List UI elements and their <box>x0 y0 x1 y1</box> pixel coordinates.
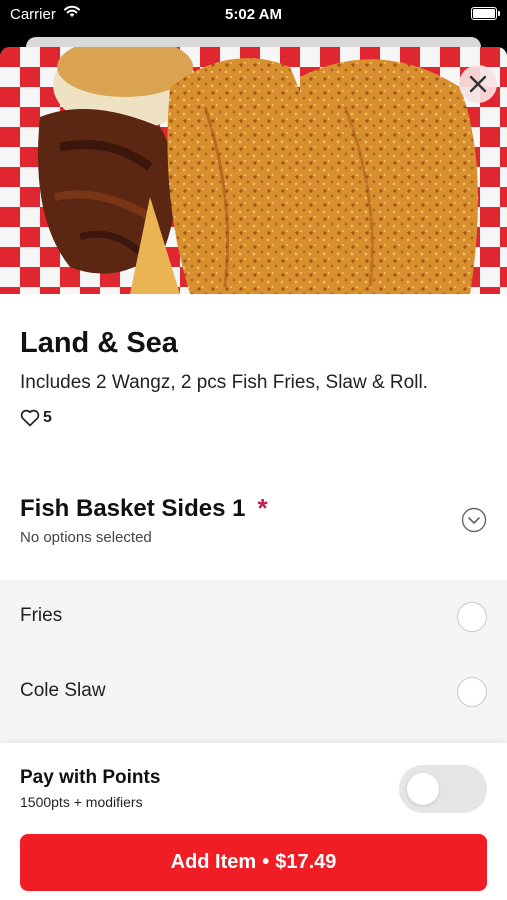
options-list: Fries Cole Slaw <box>0 580 507 743</box>
item-detail-sheet: Land & Sea Includes 2 Wangz, 2 pcs Fish … <box>0 47 507 900</box>
item-photo <box>0 47 507 294</box>
status-time: 5:02 AM <box>225 6 282 23</box>
option-radio-cole-slaw[interactable] <box>457 677 487 707</box>
modifier-group-status: No options selected <box>20 529 152 546</box>
heart-icon <box>20 409 40 427</box>
modifier-group-title: Fish Basket Sides 1 <box>20 494 246 522</box>
add-item-separator: • <box>262 851 270 873</box>
option-row-fries[interactable]: Fries <box>0 580 507 655</box>
option-radio-fries[interactable] <box>457 602 487 632</box>
likes-count: 5 <box>43 409 52 426</box>
add-item-button[interactable]: Add Item • $17.49 <box>20 834 487 891</box>
pay-with-points-subtitle: 1500pts + modifiers <box>20 794 143 810</box>
add-item-label: Add Item <box>170 851 257 873</box>
option-label: Fries <box>20 605 63 626</box>
required-indicator: * <box>257 493 268 523</box>
likes[interactable]: 5 <box>20 409 52 427</box>
chevron-down-circle-icon[interactable] <box>461 507 487 533</box>
option-label: Cole Slaw <box>20 680 106 701</box>
close-button[interactable] <box>459 65 497 103</box>
modifier-group-header[interactable]: Fish Basket Sides 1 * <box>20 493 268 524</box>
checkout-footer: Pay with Points 1500pts + modifiers Add … <box>0 743 507 900</box>
toggle-knob <box>407 773 439 805</box>
status-bar: Carrier 5:02 AM <box>0 0 507 30</box>
option-row-cole-slaw[interactable]: Cole Slaw <box>0 655 507 730</box>
pay-with-points-toggle[interactable] <box>399 765 487 813</box>
add-item-price: $17.49 <box>275 851 337 873</box>
item-title: Land & Sea <box>20 327 178 359</box>
pay-with-points-title: Pay with Points <box>20 767 161 788</box>
battery-icon <box>471 7 500 20</box>
close-icon <box>469 75 487 93</box>
item-description: Includes 2 Wangz, 2 pcs Fish Fries, Slaw… <box>20 372 428 393</box>
